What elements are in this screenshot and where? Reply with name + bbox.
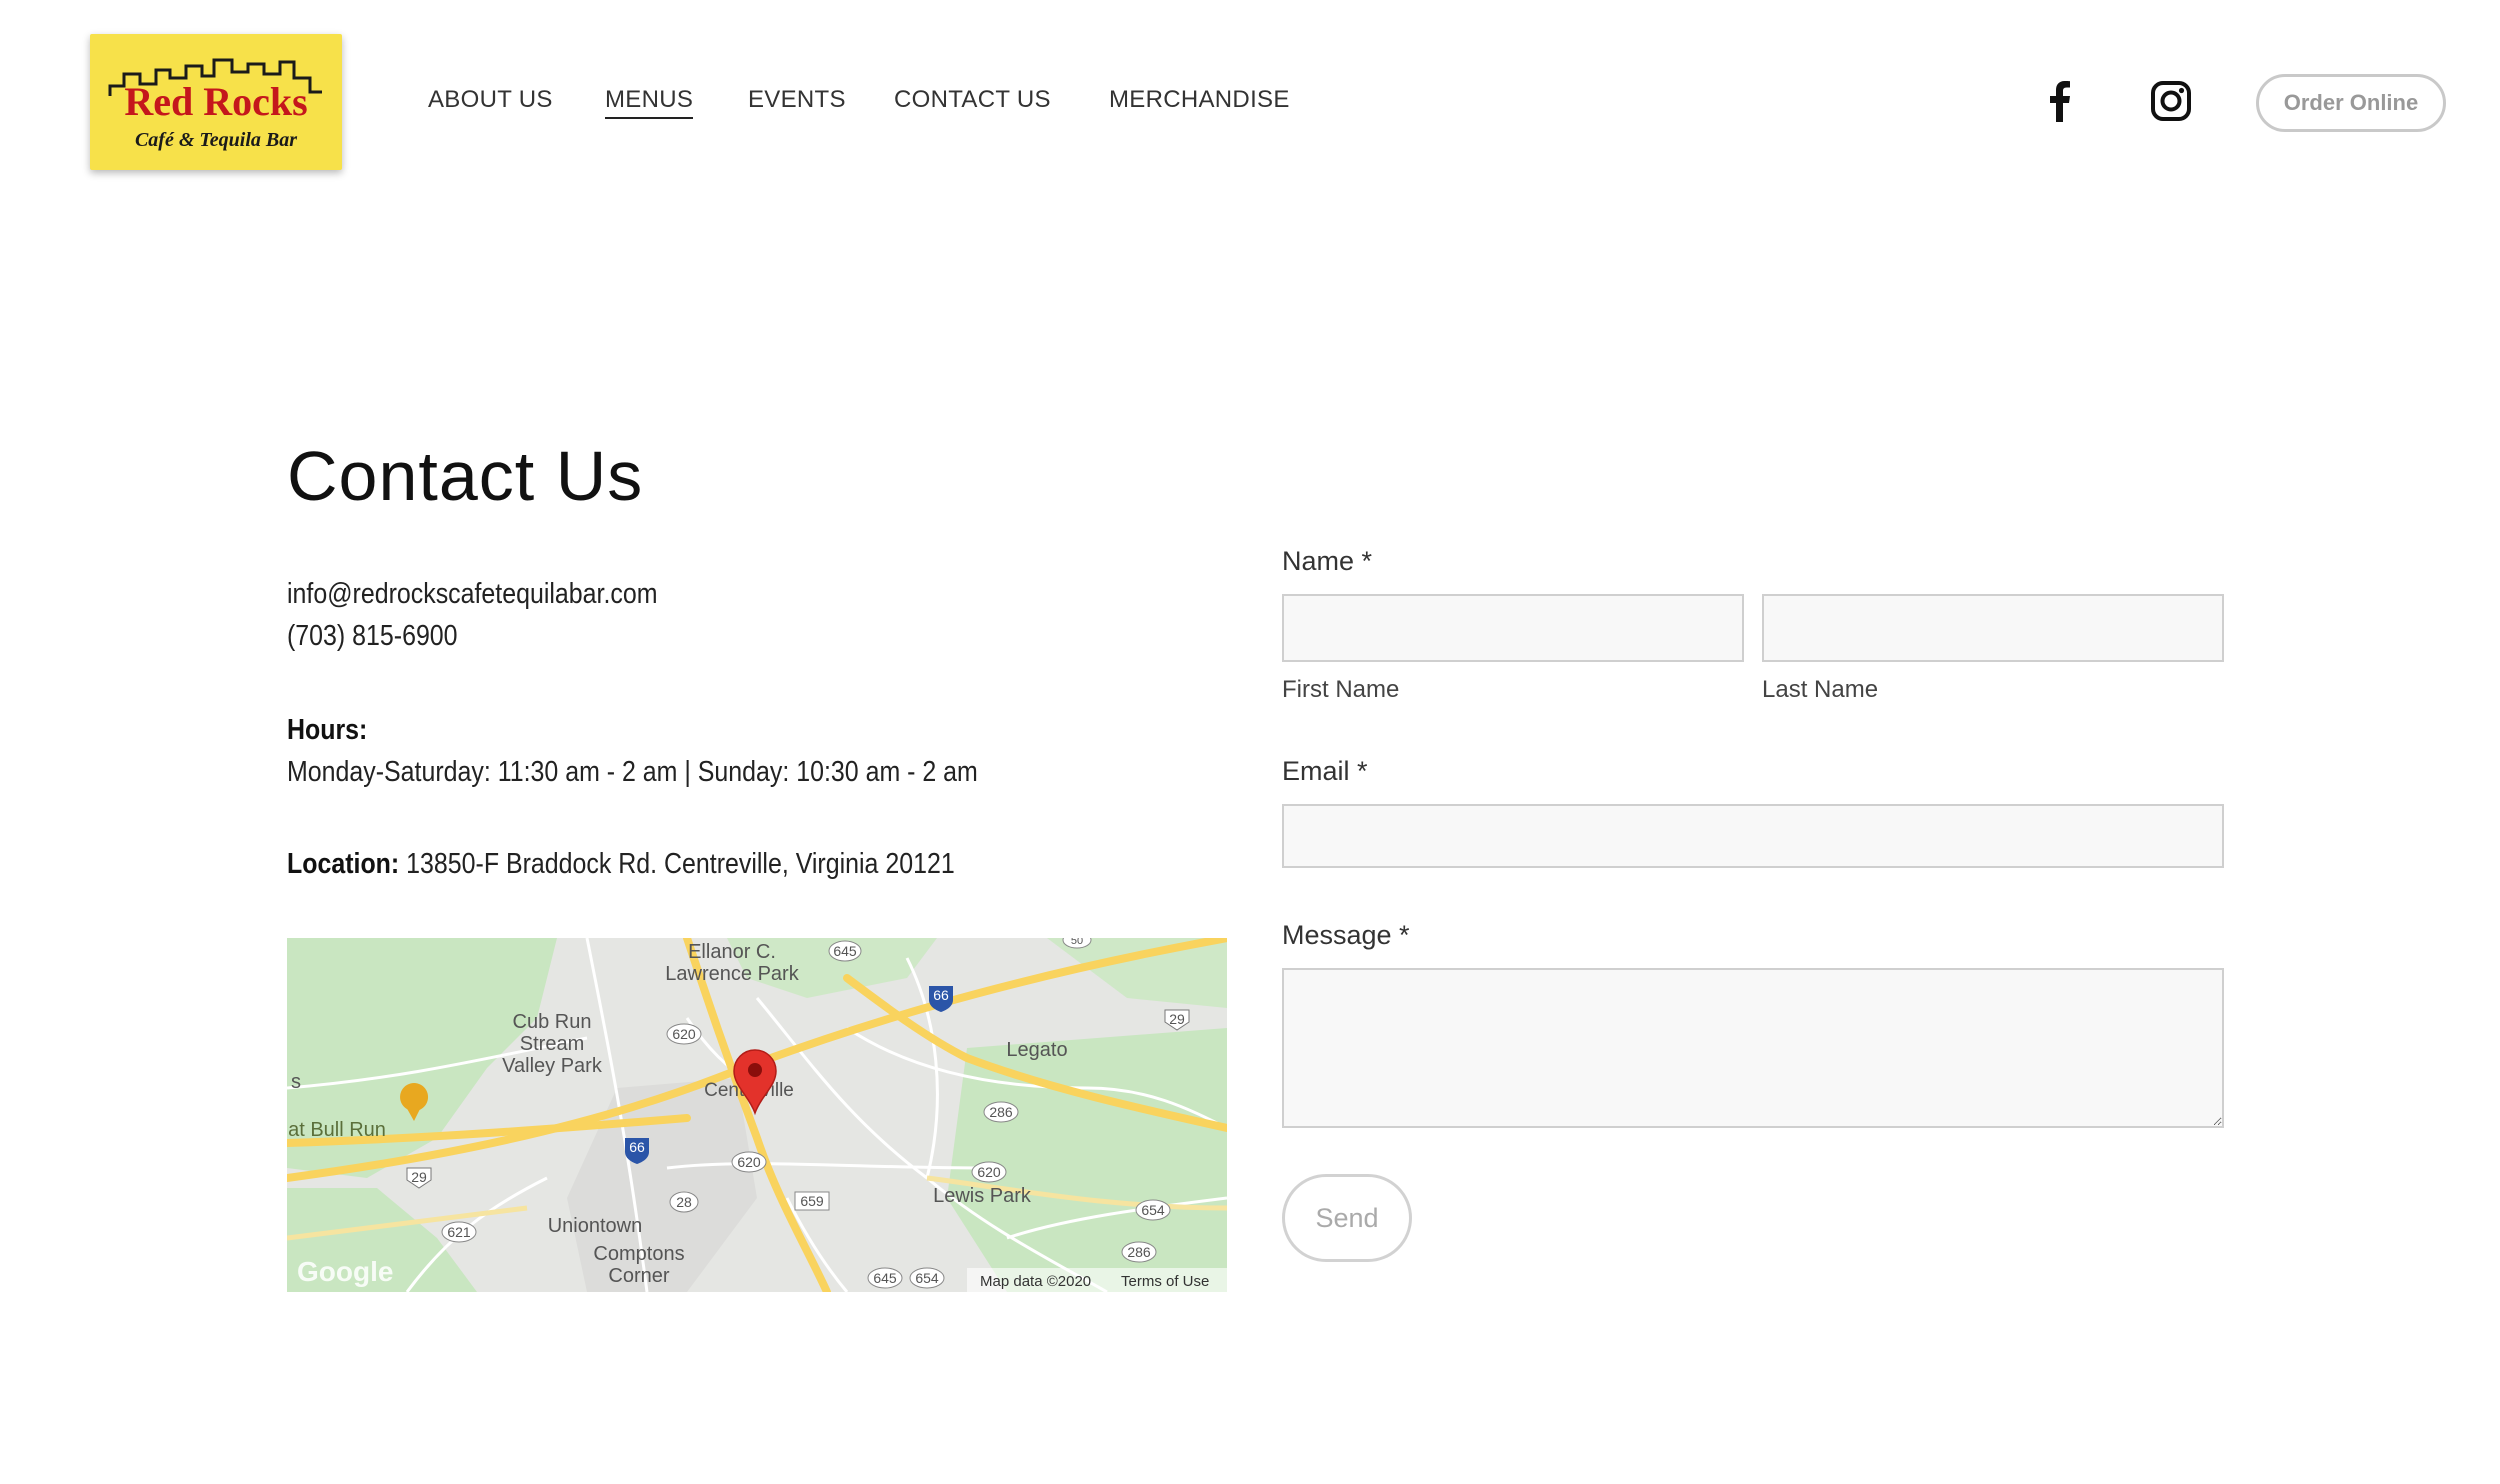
road-659: 659 (800, 1193, 824, 1209)
facebook-link[interactable] (2046, 80, 2072, 127)
brand-tagline: Café & Tequila Bar (134, 129, 298, 151)
send-button[interactable]: Send (1282, 1174, 1412, 1262)
road-286-south: 286 (1127, 1244, 1151, 1260)
message-field[interactable] (1282, 968, 2224, 1128)
message-label: Message * (1282, 920, 1410, 950)
location-address: 13850-F Braddock Rd. Centreville, Virgin… (406, 848, 955, 880)
hours-heading: Hours: (287, 714, 368, 746)
nav-item-events[interactable]: EVENTS (748, 86, 846, 114)
road-28: 28 (676, 1194, 692, 1210)
map-label-legato: Legato (1006, 1039, 1067, 1061)
road-645: 645 (833, 943, 857, 959)
facebook-icon (2050, 81, 2070, 122)
logo[interactable]: Red Rocks Café & Tequila Bar (90, 34, 342, 170)
google-logo: Google (297, 1256, 393, 1287)
brand-name: Red Rocks (124, 79, 308, 124)
order-online-button[interactable]: Order Online (2256, 74, 2446, 132)
road-50: 50 (1071, 938, 1083, 947)
instagram-link[interactable] (2150, 80, 2192, 127)
road-620-center: 620 (737, 1154, 761, 1170)
name-label: Name * (1282, 546, 1373, 576)
map-label-lewis-park: Lewis Park (933, 1185, 1032, 1207)
road-654-south: 654 (915, 1270, 939, 1286)
road-29-east: 29 (1169, 1011, 1185, 1027)
last-name-field[interactable] (1762, 594, 2224, 662)
hours-text: Monday-Saturday: 11:30 am - 2 am | Sunda… (287, 756, 978, 788)
nav-item-about-us[interactable]: ABOUT US (428, 86, 553, 114)
map-attribution: Map data ©2020 (980, 1273, 1091, 1290)
map-label-bull-run: at Bull Run (288, 1119, 386, 1141)
first-name-label: First Name (1282, 676, 1400, 703)
location-line: Location: 13850-F Braddock Rd. Centrevil… (287, 848, 955, 881)
contact-phone[interactable]: (703) 815-6900 (287, 620, 458, 653)
road-i66-west: 66 (629, 1139, 645, 1155)
nav-item-merchandise[interactable]: MERCHANDISE (1109, 86, 1290, 114)
road-621: 621 (447, 1224, 471, 1240)
nav-item-contact-us[interactable]: CONTACT US (894, 86, 1051, 114)
first-name-field[interactable] (1282, 594, 1744, 662)
road-654-east: 654 (1141, 1202, 1165, 1218)
road-645-south: 645 (873, 1270, 897, 1286)
email-label: Email * (1282, 756, 1368, 786)
road-620-north: 620 (672, 1026, 696, 1042)
road-29-west: 29 (411, 1169, 427, 1185)
instagram-icon (2151, 81, 2191, 121)
map-terms-link[interactable]: Terms of Use (1121, 1273, 1209, 1290)
last-name-label: Last Name (1762, 676, 1879, 703)
nav-item-menus[interactable]: MENUS (605, 86, 694, 119)
road-286: 286 (989, 1104, 1013, 1120)
page-title: Contact Us (287, 437, 644, 515)
location-label: Location: (287, 848, 400, 880)
map-label-edge: s (291, 1071, 301, 1093)
contact-email[interactable]: info@redrockscafetequilabar.com (287, 578, 658, 611)
email-field[interactable] (1282, 804, 2224, 868)
road-i66-east: 66 (933, 987, 949, 1003)
location-map[interactable]: Ellanor C. Lawrence Park Cub Run Stream Val… (287, 938, 1227, 1292)
road-620-east: 620 (977, 1164, 1001, 1180)
map-label-uniontown: Uniontown (548, 1215, 643, 1237)
